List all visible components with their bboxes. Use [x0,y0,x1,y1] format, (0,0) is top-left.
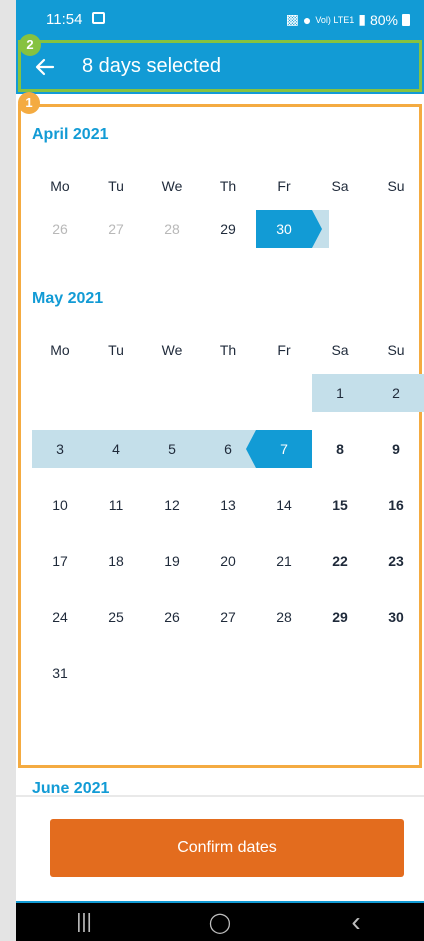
month-title-april: April 2021 [32,126,109,143]
weekday-label: Su [387,342,405,358]
day-cell[interactable]: 16 [368,486,424,524]
week-row: 12 [32,374,424,412]
status-bar: 11:54 ▩ ● Vol) LTE1 ▮ 80% [16,0,424,40]
day-cell[interactable]: 20 [200,542,256,580]
in-range-day[interactable]: 5 [144,430,200,468]
empty-day-cell [368,210,424,248]
weekday-label: Th [219,342,237,358]
empty-day-cell [88,374,144,412]
network-label: Vol) LTE1 [315,14,355,25]
annotation-box-header [18,40,422,92]
day-cell[interactable]: 27 [200,598,256,636]
day-cell[interactable]: 8 [312,430,368,468]
left-margin-strip [0,0,16,941]
system-nav-bar: ||| ◯ ‹ [16,903,424,941]
day-cell[interactable]: 17 [32,542,88,580]
day-cell[interactable]: 24 [32,598,88,636]
day-cell[interactable]: 11 [88,486,144,524]
day-cell[interactable]: 9 [368,430,424,468]
weekday-label: Fr [277,342,291,358]
confirm-dates-button[interactable]: Confirm dates [50,819,404,877]
empty-day-cell [88,654,144,692]
weekday-label: Mo [50,342,70,358]
battery-percent: 80% [369,11,398,28]
back-nav-button[interactable]: ‹ [326,906,386,938]
gallery-notification-icon [92,12,105,24]
day-cell[interactable]: 28 [256,598,312,636]
day-cell[interactable]: 18 [88,542,144,580]
weekday-label: Tu [108,342,124,358]
annotation-badge-1: 1 [18,92,40,114]
in-range-day[interactable]: 3 [32,430,88,468]
week-row: 26 27 28 29 30 [32,210,424,248]
weekday-header-row: Mo Tu We Th Fr Sa Su [32,332,424,368]
signal-icon: ▮ [358,11,366,27]
calendar-may: Mo Tu We Th Fr Sa Su 1 2 3 4 5 6 7 8 9 10 11 12 13 14 15 16 17 1… [32,332,424,710]
range-end-day[interactable]: 7 [246,430,312,468]
weekday-label: We [161,342,183,358]
empty-day-cell [32,374,88,412]
week-row: 17 18 19 20 21 22 23 [32,542,424,580]
day-cell[interactable]: 19 [144,542,200,580]
weekday-label: Mo [50,178,70,194]
recents-button[interactable]: ||| [54,911,114,934]
empty-day-cell [312,654,368,692]
home-button[interactable]: ◯ [190,910,250,935]
range-start-day[interactable]: 30 [256,210,322,248]
weekday-label: Th [219,178,237,194]
empty-day-cell [200,654,256,692]
status-indicators: ▩ ● Vol) LTE1 ▮ 80% [286,11,410,28]
day-cell[interactable]: 15 [312,486,368,524]
weekday-label: Fr [277,178,291,194]
empty-day-cell [200,374,256,412]
empty-day-cell [256,654,312,692]
in-range-day[interactable]: 1 [312,374,368,412]
past-day: 27 [108,221,124,237]
day-cell[interactable]: 13 [200,486,256,524]
annotation-badge-2: 2 [19,34,41,56]
week-row: 3456789 [32,430,424,468]
calendar-april: Mo Tu We Th Fr Sa Su 26 27 28 29 30 [32,168,424,266]
week-row: 10 11 12 13 14 15 16 [32,486,424,524]
weekday-label: Su [387,178,405,194]
empty-day-cell [256,374,312,412]
day-cell[interactable]: 31 [32,654,88,692]
empty-day-cell [368,654,424,692]
location-icon: ● [302,11,312,28]
day-cell[interactable]: 23 [368,542,424,580]
empty-day-cell [144,654,200,692]
weekday-label: We [161,178,183,194]
weekday-header-row: Mo Tu We Th Fr Sa Su [32,168,424,204]
week-row: 31 [32,654,424,692]
day-cell[interactable]: 12 [144,486,200,524]
day-cell[interactable]: 21 [256,542,312,580]
day-cell[interactable]: 14 [256,486,312,524]
weekday-label: Tu [108,178,124,194]
in-range-day[interactable]: 4 [88,430,144,468]
day-cell[interactable]: 25 [88,598,144,636]
past-day: 26 [52,221,68,237]
week-row: 24 25 26 27 28 29 30 [32,598,424,636]
weekday-label: Sa [331,342,349,358]
bottom-action-panel: Confirm dates [16,795,424,905]
status-time: 11:54 [46,11,83,28]
month-title-may: May 2021 [32,290,104,307]
weekday-label: Sa [331,178,349,194]
app-screen: 11:54 ▩ ● Vol) LTE1 ▮ 80% 8 days selecte… [16,0,424,941]
past-day: 28 [164,221,180,237]
empty-day-cell [312,210,368,248]
empty-day-cell [144,374,200,412]
day-cell[interactable]: 29 [200,210,256,248]
battery-icon [402,13,410,26]
day-cell[interactable]: 30 [368,598,424,636]
day-cell[interactable]: 10 [32,486,88,524]
day-cell[interactable]: 29 [312,598,368,636]
lock-icon: ▩ [285,11,299,27]
day-cell[interactable]: 22 [312,542,368,580]
day-cell[interactable]: 26 [144,598,200,636]
in-range-day[interactable]: 2 [368,374,424,412]
